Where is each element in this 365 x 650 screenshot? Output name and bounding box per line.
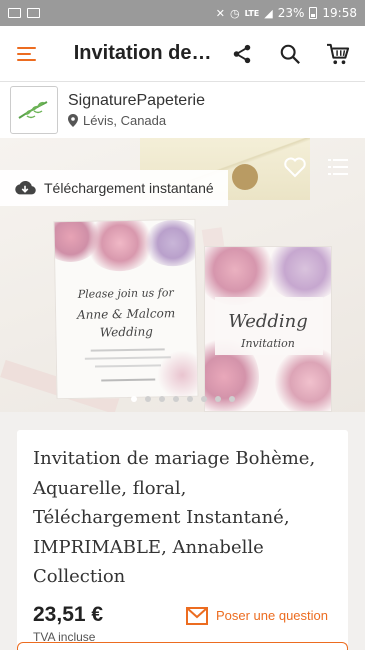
carousel-dot[interactable] bbox=[172, 396, 179, 402]
card-right-subtitle: Invitation bbox=[241, 337, 295, 350]
add-to-list-button[interactable] bbox=[328, 158, 348, 181]
app-bar: Invitation de… bbox=[0, 26, 365, 82]
gallery-notification-icon bbox=[8, 8, 21, 18]
carousel-dot[interactable] bbox=[130, 396, 137, 402]
product-price: 23,51 € bbox=[33, 602, 104, 626]
mute-icon: ✕ bbox=[215, 6, 225, 20]
clock: 19:58 bbox=[322, 6, 357, 20]
status-bar: ✕ ◷ LTE ◢ 23% 19:58 bbox=[0, 0, 365, 26]
carousel-dot[interactable] bbox=[144, 396, 151, 402]
card-left-line-2: Anne & Malcom bbox=[76, 306, 176, 322]
share-button[interactable] bbox=[223, 35, 261, 73]
instant-download-badge: Téléchargement instantané bbox=[0, 170, 228, 206]
carousel-dot[interactable] bbox=[186, 396, 193, 402]
card-left-line-1: Please join us for bbox=[77, 286, 174, 301]
cart-button[interactable] bbox=[319, 35, 357, 73]
battery-percent: 23% bbox=[277, 6, 305, 20]
store-location: Lévis, Canada bbox=[68, 113, 205, 128]
carousel-dot[interactable] bbox=[214, 396, 221, 402]
add-to-cart-button[interactable] bbox=[17, 642, 348, 650]
store-header[interactable]: SignaturePapeterie Lévis, Canada bbox=[0, 82, 365, 138]
location-pin-icon bbox=[68, 114, 78, 127]
product-image-carousel[interactable]: Please join us for Anne & Malcom Wedding… bbox=[0, 138, 365, 412]
carousel-dot[interactable] bbox=[158, 396, 165, 402]
alarm-icon: ◷ bbox=[229, 6, 240, 20]
menu-button[interactable] bbox=[0, 26, 54, 82]
mail-icon bbox=[185, 606, 208, 625]
carousel-dot[interactable] bbox=[200, 396, 207, 402]
wax-seal bbox=[232, 164, 258, 190]
store-logo[interactable] bbox=[10, 86, 58, 134]
store-name[interactable]: SignaturePapeterie bbox=[68, 92, 205, 110]
carousel-indicator bbox=[0, 396, 365, 402]
list-icon bbox=[328, 159, 348, 175]
store-location-text: Lévis, Canada bbox=[83, 113, 167, 128]
leaf-logo-icon bbox=[18, 101, 48, 119]
card-left-line-3: Wedding bbox=[99, 324, 154, 340]
invitation-card-right: Wedding Invitation bbox=[204, 246, 332, 412]
heart-icon bbox=[284, 157, 306, 178]
mail-notification-icon bbox=[27, 8, 40, 18]
product-card: Invitation de mariage Bohème, Aquarelle,… bbox=[17, 430, 348, 650]
network-type: LTE bbox=[244, 8, 260, 18]
product-title: Invitation de mariage Bohème, Aquarelle,… bbox=[33, 448, 316, 587]
search-icon bbox=[280, 44, 300, 64]
share-icon bbox=[233, 44, 251, 63]
cloud-download-icon bbox=[15, 180, 36, 195]
search-button[interactable] bbox=[271, 35, 309, 73]
battery-icon bbox=[309, 7, 318, 19]
cart-icon bbox=[327, 43, 350, 64]
card-right-title: Wedding bbox=[228, 311, 308, 332]
instant-download-label: Téléchargement instantané bbox=[44, 180, 214, 196]
invitation-card-left: Please join us for Anne & Malcom Wedding bbox=[53, 218, 199, 400]
carousel-dot[interactable] bbox=[228, 396, 235, 402]
ask-question-label[interactable]: Poser une question bbox=[216, 608, 328, 623]
page-title: Invitation de… bbox=[73, 42, 212, 64]
favorite-button[interactable] bbox=[283, 156, 307, 183]
signal-icon: ◢ bbox=[264, 6, 273, 20]
ask-question-button[interactable]: Poser une question bbox=[185, 606, 328, 625]
app-screen: ✕ ◷ LTE ◢ 23% 19:58 Invitation de… Signa… bbox=[0, 0, 365, 650]
